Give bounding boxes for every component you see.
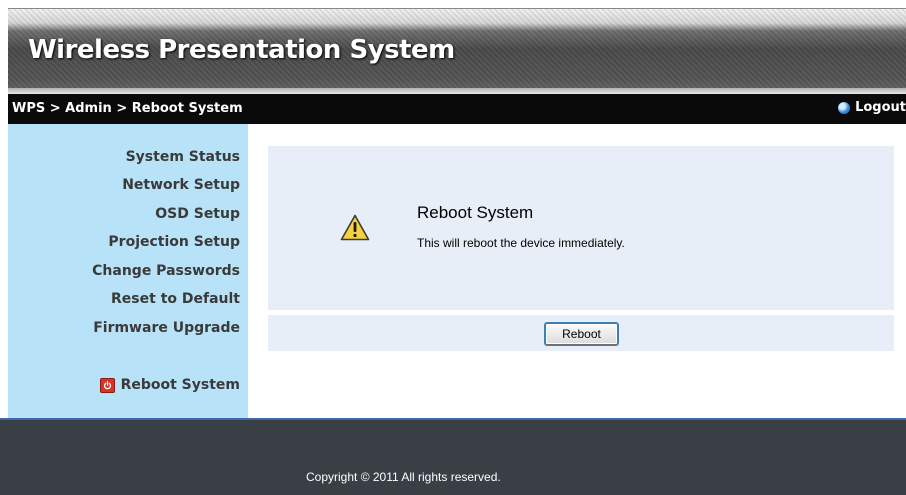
sidebar-item-system-status[interactable]: System Status (126, 149, 240, 165)
reboot-panel: Reboot System This will reboot the devic… (268, 146, 894, 310)
sidebar-item-network-setup[interactable]: Network Setup (122, 177, 240, 193)
sidebar-item-change-passwords[interactable]: Change Passwords (92, 263, 240, 279)
logout-label: Logout (855, 100, 906, 115)
logout-globe-icon (838, 101, 851, 114)
main-content: Reboot System This will reboot the devic… (248, 124, 906, 418)
sidebar-item-reboot-system[interactable]: Reboot System (99, 377, 240, 393)
footer: Copyright © 2011 All rights reserved. (0, 420, 906, 495)
sidebar-item-firmware-upgrade[interactable]: Firmware Upgrade (93, 320, 240, 336)
panel-title: Reboot System (417, 203, 534, 222)
reboot-button[interactable]: Reboot (545, 323, 618, 345)
sidebar-item-osd-setup[interactable]: OSD Setup (155, 206, 240, 222)
breadcrumb: WPS > Admin > Reboot System (12, 101, 243, 116)
logout-link[interactable]: Logout (838, 100, 906, 115)
power-icon (99, 377, 115, 393)
sidebar-item-label: Reboot System (120, 377, 240, 393)
header-banner: Wireless Presentation System (8, 8, 906, 95)
sidebar: System Status Network Setup OSD Setup Pr… (8, 124, 248, 418)
button-panel: Reboot (268, 315, 894, 351)
sidebar-item-projection-setup[interactable]: Projection Setup (108, 234, 240, 250)
sidebar-item-reset-to-default[interactable]: Reset to Default (111, 291, 240, 307)
copyright-text: Copyright © 2011 All rights reserved. (306, 470, 501, 484)
breadcrumb-bar: WPS > Admin > Reboot System Logout (8, 94, 906, 124)
panel-description: This will reboot the device immediately. (417, 236, 625, 250)
top-spacer (0, 0, 906, 8)
warning-icon (340, 214, 370, 245)
app-title: Wireless Presentation System (28, 35, 455, 65)
